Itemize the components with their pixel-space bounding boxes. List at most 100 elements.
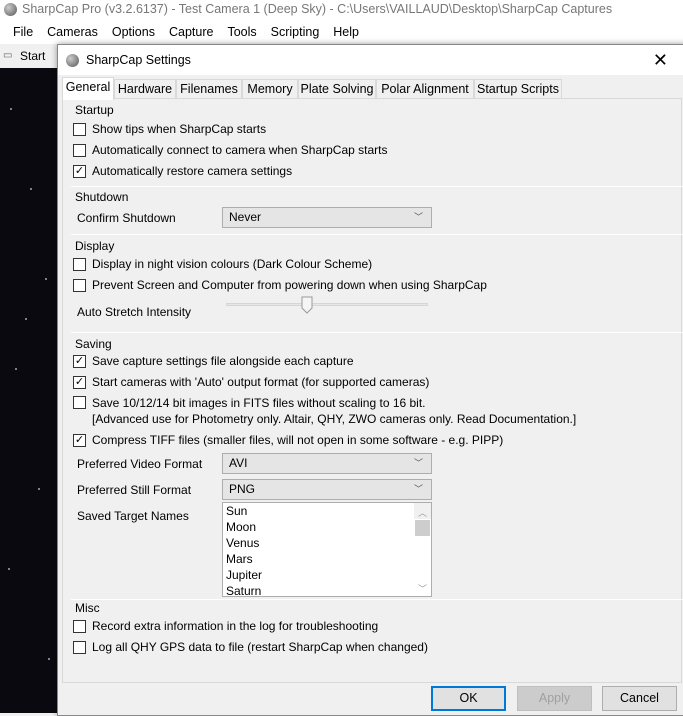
list-scrollbar[interactable]: ︿ ﹀ xyxy=(414,503,431,594)
checkbox-icon xyxy=(73,396,86,409)
cancel-button[interactable]: Cancel xyxy=(602,686,677,711)
checkbox-label: Save capture settings file alongside eac… xyxy=(92,354,354,368)
video-format-label: Preferred Video Format xyxy=(77,457,203,471)
chevron-down-icon: ﹀ xyxy=(413,484,423,494)
divider xyxy=(71,332,683,333)
checkbox-icon xyxy=(73,257,86,271)
list-item[interactable]: Saturn xyxy=(223,583,431,596)
ok-button[interactable]: OK xyxy=(431,686,506,711)
app-logo-icon xyxy=(4,3,17,16)
divider xyxy=(71,234,683,235)
menu-tools[interactable]: Tools xyxy=(220,20,263,44)
fits-no-scaling-checkbox[interactable]: Save 10/12/14 bit images in FITS files w… xyxy=(73,396,576,428)
checkbox-label: Prevent Screen and Computer from powerin… xyxy=(92,278,487,292)
tab-hardware[interactable]: Hardware xyxy=(114,79,176,99)
shutdown-header: Shutdown xyxy=(75,190,129,204)
show-tips-checkbox[interactable]: Show tips when SharpCap starts xyxy=(73,122,266,136)
checkmark-icon: ✓ xyxy=(73,354,86,368)
camera-icon: ▭ xyxy=(3,50,13,61)
scroll-down-icon[interactable]: ﹀ xyxy=(418,581,427,596)
list-item[interactable]: Sun xyxy=(223,503,431,519)
slider-track xyxy=(226,303,428,306)
auto-stretch-slider[interactable] xyxy=(226,296,428,326)
slider-thumb[interactable] xyxy=(301,296,313,314)
tab-filenames[interactable]: Filenames xyxy=(176,79,242,99)
checkbox-label: Show tips when SharpCap starts xyxy=(92,122,267,136)
scroll-up-icon[interactable]: ︿ xyxy=(418,505,427,521)
list-item[interactable]: Mars xyxy=(223,551,431,567)
checkmark-icon: ✓ xyxy=(73,433,86,447)
checkbox-label: Save 10/12/14 bit images in FITS files w… xyxy=(92,396,576,428)
settings-dialog: SharpCap Settings ✕ General Hardware Fil… xyxy=(57,44,683,716)
auto-restore-checkbox[interactable]: ✓ Automatically restore camera settings xyxy=(73,164,292,178)
checkbox-label: Log all QHY GPS data to file (restart Sh… xyxy=(92,640,428,654)
checkbox-label: Display in night vision colours (Dark Co… xyxy=(92,257,373,271)
divider xyxy=(71,599,683,600)
list-item[interactable]: Jupiter xyxy=(223,567,431,583)
divider xyxy=(71,186,683,187)
checkbox-label: Compress TIFF files (smaller files, will… xyxy=(92,433,504,447)
select-value: AVI xyxy=(229,456,248,470)
menu-help[interactable]: Help xyxy=(326,20,366,44)
still-format-select[interactable]: PNG ﹀ xyxy=(222,479,432,500)
log-qhy-gps-checkbox[interactable]: Log all QHY GPS data to file (restart Sh… xyxy=(73,640,428,654)
tab-startup-scripts[interactable]: Startup Scripts xyxy=(474,79,562,99)
checkbox-icon xyxy=(73,640,86,654)
menu-file[interactable]: File xyxy=(6,20,40,44)
menu-cameras[interactable]: Cameras xyxy=(40,20,105,44)
dialog-title-bar: SharpCap Settings xyxy=(58,45,683,75)
menu-bar: File Cameras Options Capture Tools Scripting H… xyxy=(0,20,683,44)
checkbox-icon xyxy=(73,122,86,136)
video-format-select[interactable]: AVI ﹀ xyxy=(222,453,432,474)
menu-capture[interactable]: Capture xyxy=(162,20,220,44)
saving-header: Saving xyxy=(75,337,112,351)
list-item[interactable]: Moon xyxy=(223,519,431,535)
apply-button[interactable]: Apply xyxy=(517,686,592,711)
select-value: Never xyxy=(229,210,262,224)
startup-header: Startup xyxy=(75,103,114,117)
start-capture-button[interactable]: ▭Start C xyxy=(0,44,57,87)
app-title-bar: SharpCap Pro (v3.2.6137) - Test Camera 1… xyxy=(0,0,683,20)
general-tab-panel: Startup Show tips when SharpCap starts A… xyxy=(62,98,683,683)
misc-header: Misc xyxy=(75,601,100,615)
list-item[interactable]: Venus xyxy=(223,535,431,551)
fits-label-line2: [Advanced use for Photometry only. Altai… xyxy=(92,412,577,426)
fits-label-line1: Save 10/12/14 bit images in FITS files w… xyxy=(92,396,426,410)
scrollbar-thumb[interactable] xyxy=(415,520,430,536)
auto-stretch-label: Auto Stretch Intensity xyxy=(77,305,192,319)
checkbox-label: Record extra information in the log for … xyxy=(92,619,379,633)
camera-preview xyxy=(0,68,57,713)
saved-targets-label: Saved Target Names xyxy=(77,509,189,523)
checkbox-icon xyxy=(73,278,86,292)
saved-targets-list[interactable]: Sun Moon Venus Mars Jupiter Saturn ︿ ﹀ xyxy=(222,502,432,597)
chevron-down-icon: ﹀ xyxy=(413,458,423,468)
tab-general[interactable]: General xyxy=(62,77,114,100)
app-title: SharpCap Pro (v3.2.6137) - Test Camera 1… xyxy=(22,2,613,16)
dialog-title: SharpCap Settings xyxy=(86,53,191,67)
prevent-sleep-checkbox[interactable]: Prevent Screen and Computer from powerin… xyxy=(73,278,487,292)
display-header: Display xyxy=(75,239,115,253)
checkmark-icon: ✓ xyxy=(73,164,86,178)
auto-output-format-checkbox[interactable]: ✓ Start cameras with 'Auto' output format… xyxy=(73,375,429,389)
checkmark-icon: ✓ xyxy=(73,375,86,389)
confirm-shutdown-label: Confirm Shutdown xyxy=(77,211,176,225)
checkbox-label: Automatically connect to camera when Sha… xyxy=(92,143,388,157)
tab-memory[interactable]: Memory xyxy=(242,79,298,99)
still-format-label: Preferred Still Format xyxy=(77,483,192,497)
log-extra-info-checkbox[interactable]: Record extra information in the log for … xyxy=(73,619,378,633)
save-capture-settings-checkbox[interactable]: ✓ Save capture settings file alongside ea… xyxy=(73,354,354,368)
confirm-shutdown-select[interactable]: Never ﹀ xyxy=(222,207,432,228)
checkbox-icon xyxy=(73,619,86,633)
dialog-logo-icon xyxy=(66,54,79,67)
tab-plate-solving[interactable]: Plate Solving xyxy=(298,79,376,99)
checkbox-icon xyxy=(73,143,86,157)
close-icon[interactable]: ✕ xyxy=(653,45,668,75)
tab-polar-alignment[interactable]: Polar Alignment xyxy=(376,79,474,99)
menu-scripting[interactable]: Scripting xyxy=(264,20,327,44)
compress-tiff-checkbox[interactable]: ✓ Compress TIFF files (smaller files, wil… xyxy=(73,433,503,447)
menu-options[interactable]: Options xyxy=(105,20,162,44)
select-value: PNG xyxy=(229,482,256,496)
auto-connect-checkbox[interactable]: Automatically connect to camera when Sha… xyxy=(73,143,387,157)
checkbox-label: Automatically restore camera settings xyxy=(92,164,293,178)
night-vision-checkbox[interactable]: Display in night vision colours (Dark Co… xyxy=(73,257,372,271)
